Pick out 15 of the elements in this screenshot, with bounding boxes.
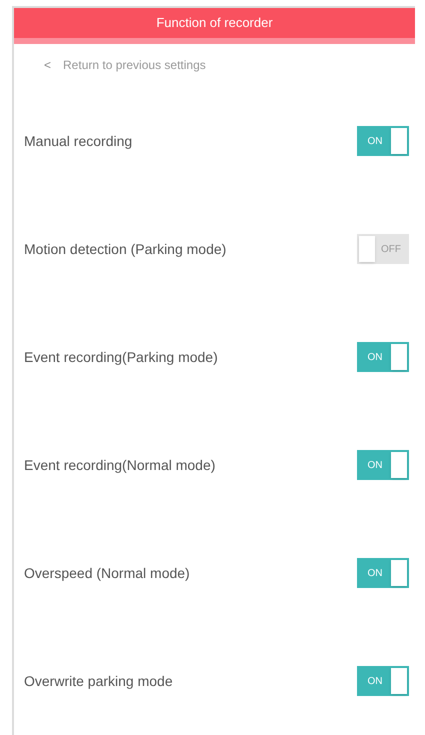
toggle-switch[interactable]: ON — [357, 558, 409, 588]
setting-label: Overwrite parking mode — [24, 672, 173, 691]
toggle-switch[interactable]: ON — [357, 126, 409, 156]
header-title: Function of recorder — [156, 14, 273, 32]
setting-label: Overspeed (Normal mode) — [24, 564, 190, 583]
setting-label: Motion detection (Parking mode) — [24, 240, 226, 259]
setting-label: Manual recording — [24, 132, 132, 151]
toggle-switch[interactable]: ON — [357, 342, 409, 372]
toggle-switch[interactable]: ON — [357, 666, 409, 696]
toggle-switch[interactable]: ON — [357, 450, 409, 480]
setting-label: Event recording(Normal mode) — [24, 456, 216, 475]
subheader-label: Return to previous settings — [63, 57, 206, 74]
toggle-switch[interactable]: OFF — [357, 234, 409, 264]
back-button[interactable]: < — [44, 56, 52, 74]
setting-label: Event recording(Parking mode) — [24, 348, 218, 367]
